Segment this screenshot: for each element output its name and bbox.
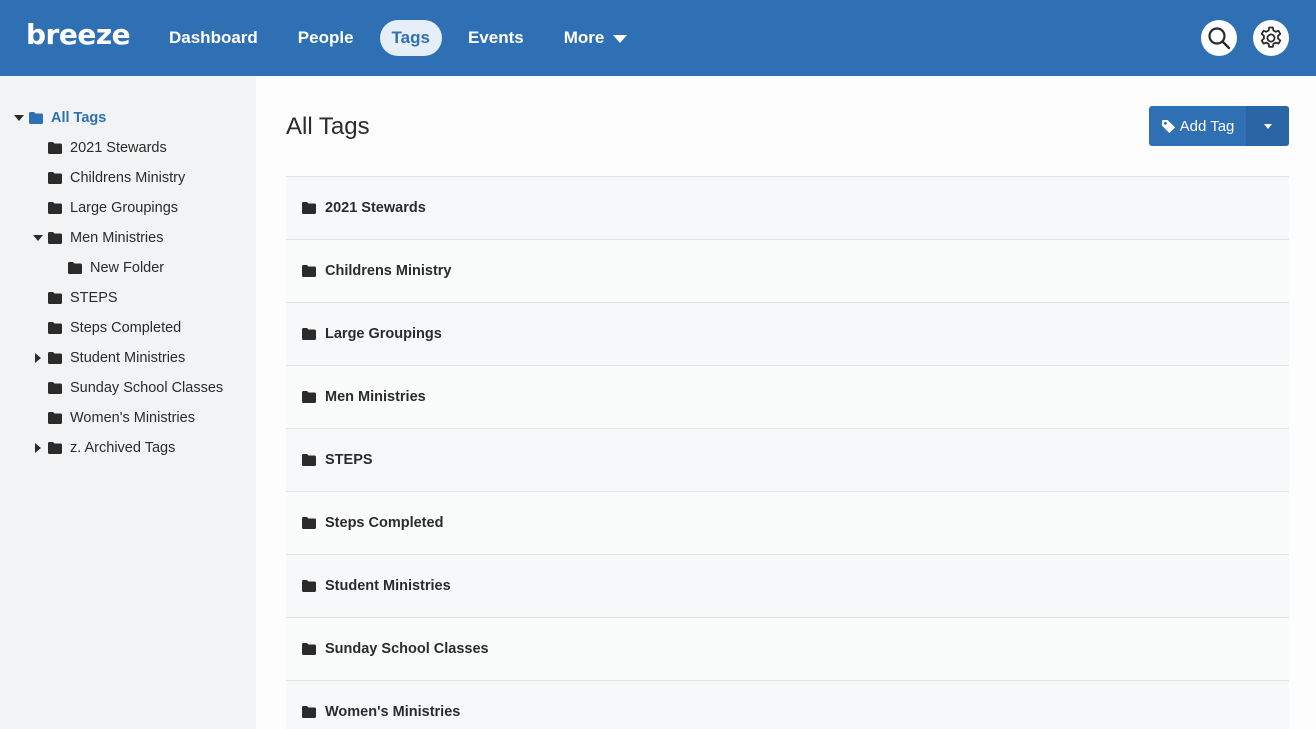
list-item-label: Men Ministries — [325, 389, 426, 405]
list-item-label: Large Groupings — [325, 326, 442, 342]
tree-item-label: z. Archived Tags — [70, 440, 176, 456]
top-navigation-bar: breeze Dashboard People Tags Events More — [0, 0, 1316, 76]
tree-item[interactable]: Childrens Ministry — [48, 168, 185, 188]
add-tag-label: Add Tag — [1179, 117, 1235, 135]
tree-item[interactable]: 2021 Stewards — [48, 138, 167, 158]
tree-item-all-tags[interactable]: All Tags — [9, 108, 106, 128]
search-icon — [1208, 27, 1231, 50]
expand-toggle[interactable] — [28, 443, 48, 453]
nav-more-label: More — [563, 28, 605, 47]
add-tag-dropdown-toggle[interactable] — [1247, 106, 1289, 146]
tree-item-label: New Folder — [90, 260, 165, 276]
collapse-toggle[interactable] — [28, 235, 48, 241]
folder-icon — [48, 382, 62, 394]
list-item[interactable]: Student Ministries — [286, 554, 1289, 617]
nav-events[interactable]: Events — [454, 20, 538, 56]
folder-icon — [302, 517, 316, 529]
tree-item[interactable]: New Folder — [68, 258, 164, 278]
folder-icon — [302, 454, 316, 466]
caret-right-icon — [35, 443, 41, 453]
list-item-label: Women's Ministries — [325, 704, 461, 720]
chevron-down-icon — [1264, 123, 1272, 129]
nav-more[interactable]: More — [550, 20, 642, 56]
caret-down-icon — [14, 115, 24, 121]
list-item[interactable]: 2021 Stewards — [286, 176, 1289, 239]
folder-icon — [48, 412, 62, 424]
chevron-down-icon — [613, 35, 628, 43]
tree-item-label: Women's Ministries — [70, 410, 195, 426]
expand-toggle[interactable] — [28, 353, 48, 363]
tree-item-collapsed[interactable]: z. Archived Tags — [28, 438, 175, 458]
list-item-label: Sunday School Classes — [325, 641, 489, 657]
folder-icon — [68, 262, 82, 274]
tree-item-label: Steps Completed — [70, 320, 182, 336]
tree-item[interactable]: Sunday School Classes — [48, 378, 223, 398]
folder-icon — [302, 580, 316, 592]
folder-icon — [48, 322, 62, 334]
list-item[interactable]: Women's Ministries — [286, 680, 1289, 729]
tree-item[interactable]: Large Groupings — [48, 198, 178, 218]
list-item[interactable]: STEPS — [286, 428, 1289, 491]
add-tag-button[interactable]: Add Tag — [1149, 106, 1247, 146]
folder-icon — [302, 706, 316, 718]
folder-icon — [302, 328, 316, 340]
tree-item-label: Student Ministries — [70, 350, 186, 366]
tree-item-label: Sunday School Classes — [70, 380, 224, 396]
folder-icon — [48, 232, 62, 244]
nav-dashboard[interactable]: Dashboard — [155, 20, 272, 56]
folder-icon — [29, 112, 43, 124]
list-item[interactable]: Men Ministries — [286, 365, 1289, 428]
list-item[interactable]: Large Groupings — [286, 302, 1289, 365]
folder-icon — [48, 202, 62, 214]
tag-icon — [1161, 119, 1175, 133]
folder-icon — [302, 391, 316, 403]
tag-tree-sidebar: All Tags 2021 Stewards Childrens Ministr… — [0, 76, 256, 729]
tree-item-label: All Tags — [51, 110, 107, 126]
folder-icon — [48, 292, 62, 304]
list-item-label: Student Ministries — [325, 578, 451, 594]
folder-icon — [48, 352, 62, 364]
tree-item[interactable]: STEPS — [48, 288, 118, 308]
collapse-toggle[interactable] — [9, 115, 29, 121]
breeze-logo[interactable]: breeze — [26, 18, 131, 52]
tree-item-label: Large Groupings — [70, 200, 179, 216]
caret-down-icon — [33, 235, 43, 241]
tree-item-expanded[interactable]: Men Ministries — [28, 228, 163, 248]
tree-item-label: Men Ministries — [70, 230, 164, 246]
folder-icon — [302, 265, 316, 277]
tag-list: 2021 Stewards Childrens Ministry Large G… — [286, 176, 1289, 729]
list-item[interactable]: Steps Completed — [286, 491, 1289, 554]
caret-right-icon — [35, 353, 41, 363]
folder-icon — [48, 172, 62, 184]
tree-item[interactable]: Steps Completed — [48, 318, 181, 338]
nav-tags[interactable]: Tags — [379, 20, 442, 56]
tree-item-collapsed[interactable]: Student Ministries — [28, 348, 185, 368]
list-item-label: Steps Completed — [325, 515, 444, 531]
folder-icon — [48, 142, 62, 154]
search-button[interactable] — [1201, 20, 1237, 56]
main-nav: Dashboard People Tags Events More — [155, 20, 653, 56]
list-item[interactable]: Childrens Ministry — [286, 239, 1289, 302]
nav-people[interactable]: People — [284, 20, 368, 56]
list-item-label: STEPS — [325, 452, 373, 468]
list-item[interactable]: Sunday School Classes — [286, 617, 1289, 680]
folder-icon — [302, 202, 316, 214]
list-item-label: Childrens Ministry — [325, 263, 452, 279]
folder-icon — [48, 442, 62, 454]
tree-item[interactable]: Women's Ministries — [48, 408, 195, 428]
tree-item-label: STEPS — [70, 290, 118, 306]
list-item-label: 2021 Stewards — [325, 200, 426, 216]
add-tag-button-group: Add Tag — [1149, 106, 1289, 146]
page-title: All Tags — [286, 113, 370, 140]
tree-item-label: Childrens Ministry — [70, 170, 186, 186]
gear-icon — [1260, 26, 1282, 48]
folder-icon — [302, 643, 316, 655]
tree-item-label: 2021 Stewards — [70, 140, 167, 156]
settings-button[interactable] — [1253, 20, 1289, 56]
